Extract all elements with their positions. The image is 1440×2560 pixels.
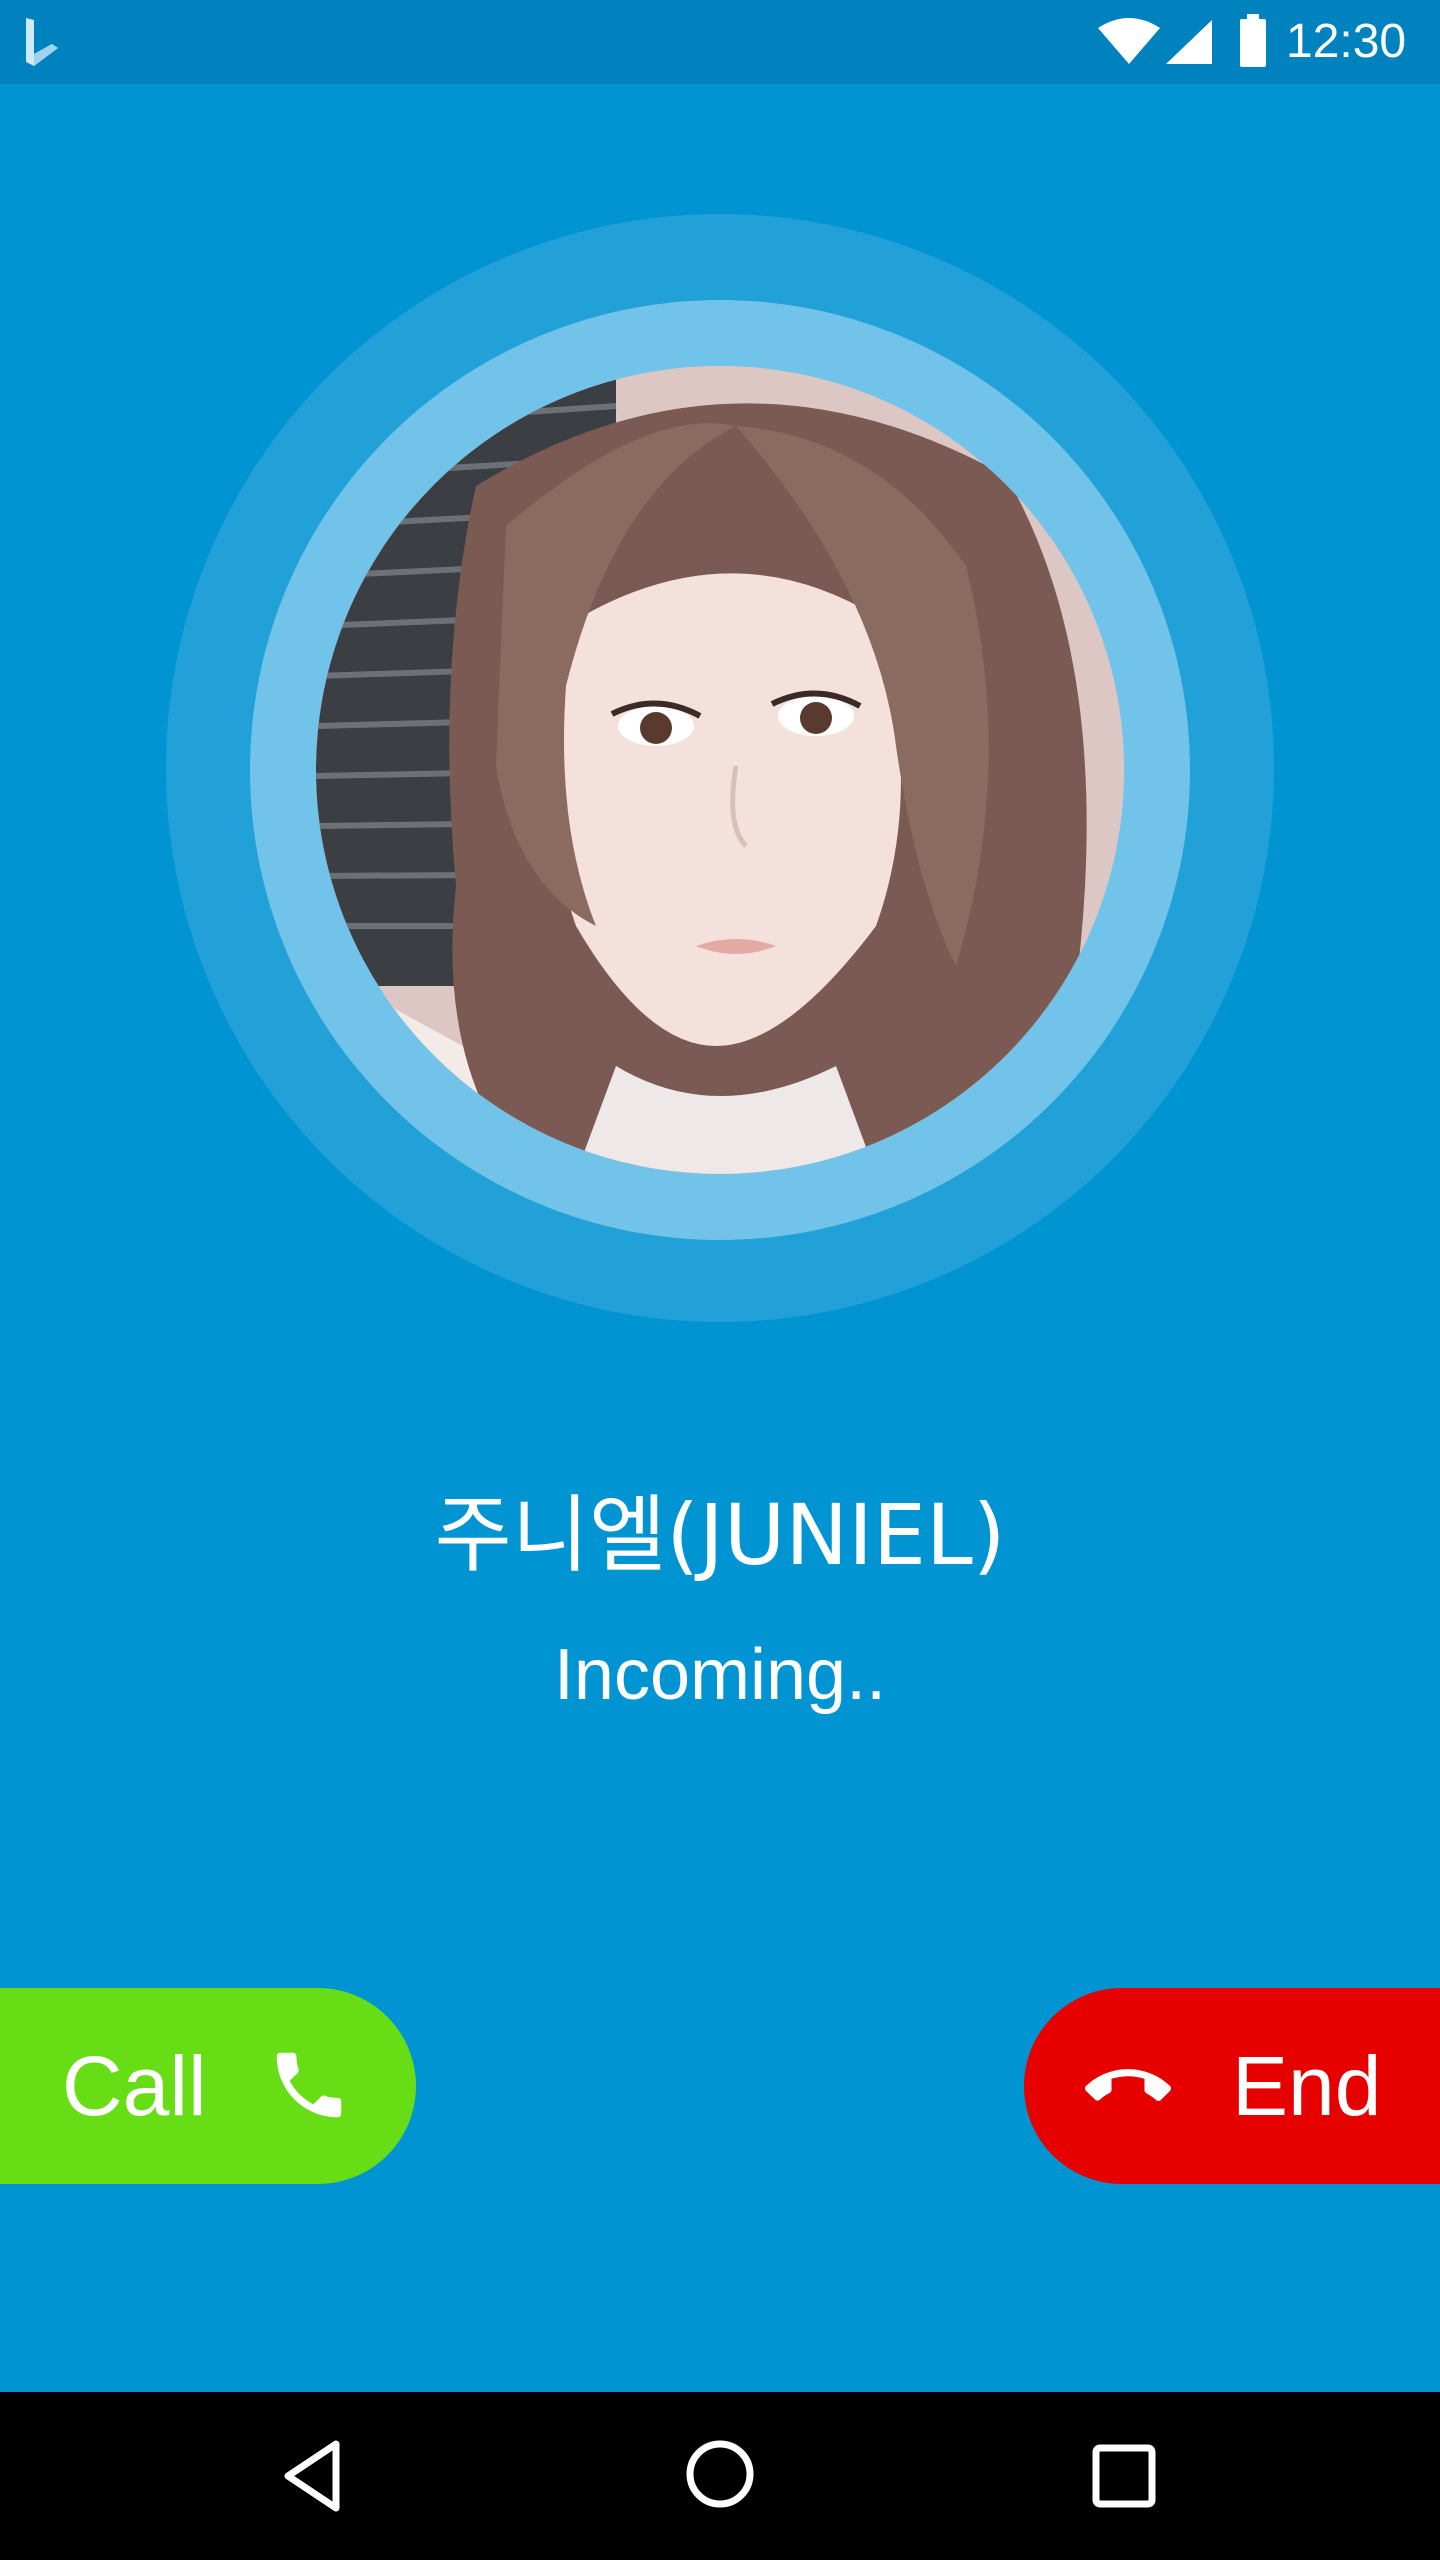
status-bar: 12:30 — [0, 0, 1440, 84]
recents-icon[interactable] — [1084, 2436, 1164, 2516]
call-status: Incoming.. — [553, 1635, 887, 1715]
navigation-bar — [0, 2392, 1440, 2560]
back-icon[interactable] — [278, 2436, 358, 2516]
end-button[interactable]: End — [1024, 1988, 1440, 2184]
app-logo-icon — [26, 18, 58, 66]
caller-name: 주니엘(JUNIEL) — [434, 1486, 1006, 1584]
wifi-icon — [1098, 18, 1160, 64]
phone-icon — [276, 2052, 342, 2118]
end-button-label: End — [1232, 2039, 1382, 2133]
caller-photo — [316, 366, 1124, 1174]
status-time: 12:30 — [1286, 15, 1407, 68]
battery-icon — [1240, 14, 1266, 67]
caller-avatar — [316, 366, 1124, 1174]
home-icon[interactable] — [680, 2434, 760, 2514]
call-button[interactable]: Call — [0, 1988, 416, 2184]
hang-up-icon — [1085, 2069, 1171, 2101]
cell-signal-icon — [1166, 20, 1212, 64]
call-button-label: Call — [62, 2039, 207, 2133]
incoming-call-screen: 12:30 주니엘(JUNIEL) Incoming.. Call End — [0, 0, 1440, 2560]
